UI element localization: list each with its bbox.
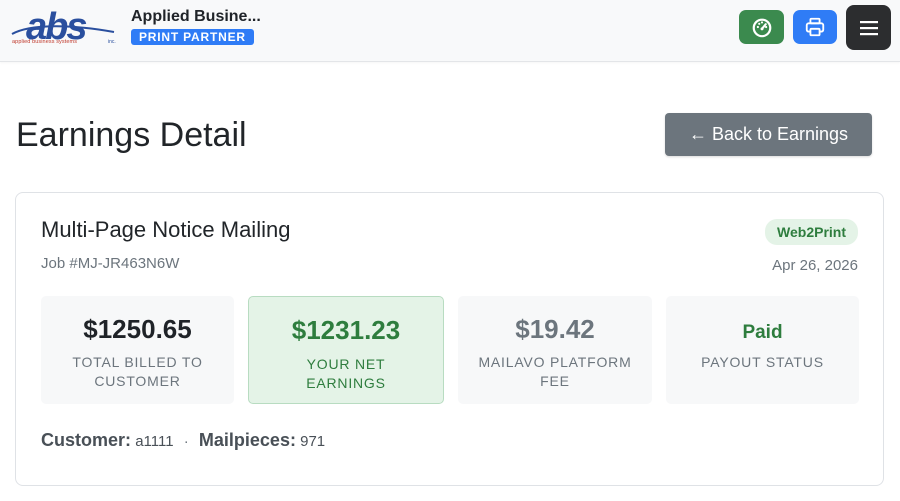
stat-label: MAILAVO PLATFORM FEE — [478, 354, 632, 389]
logo-tagline: applied business systems — [12, 39, 78, 45]
brand-name: Applied Busine... — [131, 8, 261, 25]
print-button[interactable] — [793, 10, 837, 44]
menu-toggle-button[interactable] — [846, 5, 891, 50]
stat-value: Paid — [742, 322, 783, 343]
earnings-detail-card: Multi-Page Notice Mailing Job #MJ-JR463N… — [15, 192, 884, 486]
brand-logo[interactable]: abs applied business systems inc. — [10, 8, 118, 48]
job-type-badge: Web2Print — [765, 219, 858, 245]
customer-value: a1111 — [135, 433, 174, 450]
stat-label: PAYOUT STATUS — [701, 354, 824, 370]
stat-payout-status: Paid PAYOUT STATUS — [666, 296, 859, 404]
job-meta-line: Customer: a1111 · Mailpieces: 971 — [41, 430, 325, 451]
dashboard-gauge-icon — [752, 18, 771, 38]
back-to-earnings-button[interactable]: ← Back to Earnings — [665, 113, 872, 156]
stat-total-billed: $1250.65 TOTAL BILLED TO CUSTOMER — [41, 296, 234, 404]
stat-platform-fee: $19.42 MAILAVO PLATFORM FEE — [458, 296, 652, 404]
hamburger-menu-icon — [859, 20, 878, 35]
dashboard-button[interactable] — [739, 10, 784, 44]
mailpieces-label: Mailpieces: — [198, 430, 296, 450]
stat-label: TOTAL BILLED TO CUSTOMER — [72, 354, 203, 389]
print-partner-badge: PRINT PARTNER — [131, 29, 254, 45]
stat-label: YOUR NET EARNINGS — [306, 356, 386, 391]
job-title: Multi-Page Notice Mailing — [41, 217, 291, 242]
job-date: Apr 26, 2026 — [772, 257, 858, 274]
meta-separator: · — [183, 433, 189, 450]
mailpieces-value: 971 — [300, 433, 326, 450]
job-id: Job #MJ-JR463N6W — [41, 255, 180, 272]
top-navbar: abs applied business systems inc. Applie… — [0, 0, 900, 62]
stat-value: $1250.65 — [83, 314, 192, 344]
stat-net-earnings: $1231.23 YOUR NET EARNINGS — [248, 296, 444, 404]
customer-label: Customer: — [41, 430, 132, 450]
logo-suffix: inc. — [108, 39, 116, 45]
stat-value: $1231.23 — [291, 315, 401, 345]
printer-icon — [805, 17, 825, 37]
stat-value: $19.42 — [515, 314, 595, 344]
page-title: Earnings Detail — [16, 116, 247, 154]
